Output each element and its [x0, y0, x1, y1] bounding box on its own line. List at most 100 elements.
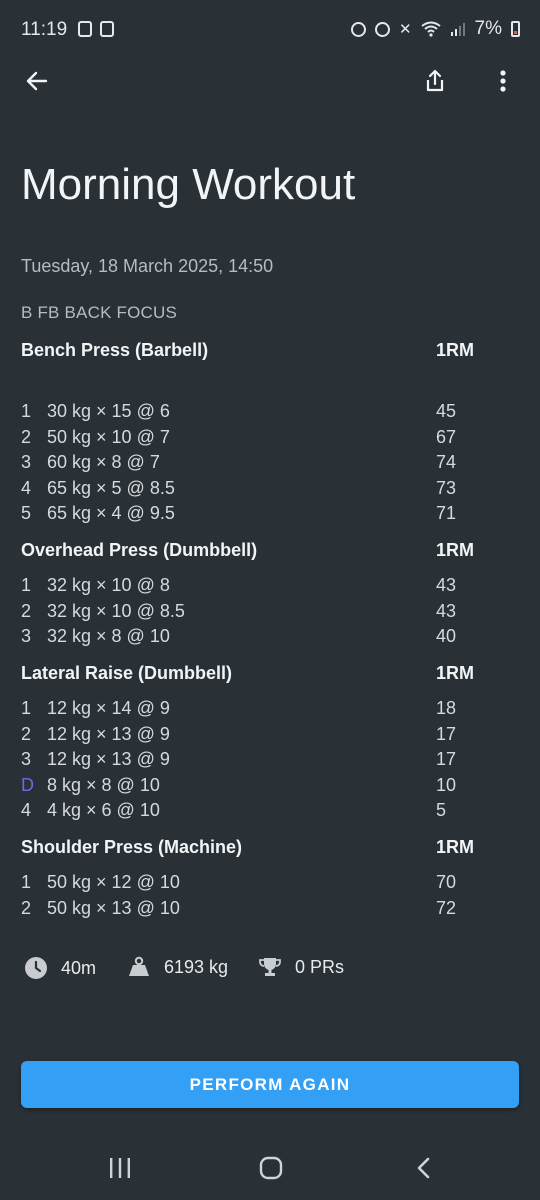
set-number: 3 — [21, 626, 32, 646]
metric-label: 1RM — [436, 340, 475, 360]
exercise-name: Lateral Raise (Dumbbell) — [21, 663, 233, 683]
clock-icon — [25, 957, 47, 979]
set-detail: 50 kg × 10 @ 7 — [47, 427, 170, 447]
more-options-button[interactable] — [479, 56, 527, 106]
lock-icon — [350, 21, 366, 37]
set-1rm: 5 — [436, 800, 447, 820]
signal-icon — [450, 23, 465, 36]
metric-label: 1RM — [436, 837, 475, 857]
set-detail: 50 kg × 13 @ 10 — [47, 898, 180, 918]
set-number: 2 — [21, 724, 32, 744]
set-number: 2 — [21, 601, 32, 621]
set-detail: 32 kg × 8 @ 10 — [47, 626, 170, 646]
set-row: 3 12 kg × 13 @ 9 17 — [21, 749, 491, 775]
set-1rm: 43 — [436, 575, 457, 595]
volume-stat: 6193 kg — [127, 956, 228, 978]
set-row: 2 50 kg × 10 @ 7 67 — [21, 427, 491, 453]
set-detail: 4 kg × 6 @ 10 — [47, 800, 160, 820]
set-1rm: 72 — [436, 898, 457, 918]
set-row: 1 50 kg × 12 @ 10 70 — [21, 872, 491, 898]
set-detail: 65 kg × 4 @ 9.5 — [47, 503, 175, 523]
set-row: 1 30 kg × 15 @ 6 45 — [21, 401, 491, 427]
set-number: 4 — [21, 800, 32, 820]
set-number: 1 — [21, 401, 32, 421]
recent-apps-button[interactable] — [90, 1138, 150, 1198]
duration-value: 40m — [61, 957, 97, 978]
set-1rm: 17 — [436, 749, 457, 769]
wifi-icon — [420, 21, 441, 37]
workout-stats: 40m 6193 kg 0 PRs — [24, 956, 504, 982]
set-detail: 32 kg × 10 @ 8.5 — [47, 601, 185, 621]
set-row: 4 65 kg × 5 @ 8.5 73 — [21, 478, 491, 504]
drop-set-marker: D — [21, 775, 34, 795]
weight-icon — [129, 956, 149, 976]
set-1rm: 45 — [436, 401, 457, 421]
workout-title: Morning Workout — [21, 160, 356, 209]
set-row: 1 12 kg × 14 @ 9 18 — [21, 698, 491, 724]
set-detail: 12 kg × 13 @ 9 — [47, 724, 170, 744]
set-number: 2 — [21, 427, 32, 447]
set-detail: 30 kg × 15 @ 6 — [47, 401, 170, 421]
battery-percent: 7% — [474, 18, 502, 39]
set-number: 2 — [21, 898, 32, 918]
set-1rm: 43 — [436, 601, 457, 621]
set-row-drop: D 8 kg × 8 @ 10 10 — [21, 775, 491, 801]
system-nav-bar — [0, 1138, 540, 1200]
set-number: 4 — [21, 478, 32, 498]
set-row: 3 32 kg × 8 @ 10 40 — [21, 626, 491, 652]
set-1rm: 67 — [436, 427, 457, 447]
workout-date: Tuesday, 18 March 2025, 14:50 — [21, 256, 274, 276]
metric-label: 1RM — [436, 540, 475, 560]
set-row: 2 50 kg × 13 @ 10 72 — [21, 898, 491, 924]
set-detail: 8 kg × 8 @ 10 — [47, 775, 160, 795]
back-button[interactable] — [13, 56, 61, 106]
set-number: 5 — [21, 503, 32, 523]
home-button[interactable] — [241, 1138, 301, 1198]
set-number: 3 — [21, 749, 32, 769]
mute-icon: ✕ — [398, 21, 412, 38]
prs-stat: 0 PRs — [258, 956, 344, 978]
alarm-icon — [374, 21, 390, 37]
exercise-name: Overhead Press (Dumbbell) — [21, 540, 258, 560]
metric-label: 1RM — [436, 663, 475, 683]
set-row: 2 12 kg × 13 @ 9 17 — [21, 724, 491, 750]
set-1rm: 74 — [436, 452, 457, 472]
exercise-name: Shoulder Press (Machine) — [21, 837, 243, 857]
battery-icon — [511, 21, 520, 37]
set-number: 1 — [21, 698, 32, 718]
perform-again-button[interactable]: PERFORM AGAIN — [21, 1061, 519, 1108]
more-vert-icon — [500, 70, 506, 92]
set-detail: 60 kg × 8 @ 7 — [47, 452, 160, 472]
exercise-name: Bench Press (Barbell) — [21, 340, 209, 360]
back-chevron-icon — [417, 1157, 430, 1179]
set-detail: 32 kg × 10 @ 8 — [47, 575, 170, 595]
notification-icon — [78, 21, 92, 37]
arrow-left-icon — [26, 71, 48, 91]
notification-icon — [100, 21, 114, 37]
set-1rm: 70 — [436, 872, 457, 892]
share-button[interactable] — [411, 56, 459, 106]
set-1rm: 18 — [436, 698, 457, 718]
set-detail: 12 kg × 14 @ 9 — [47, 698, 170, 718]
volume-value: 6193 kg — [164, 956, 229, 977]
set-row: 1 32 kg × 10 @ 8 43 — [21, 575, 491, 601]
status-icons: ✕ 7% — [350, 18, 520, 40]
set-number: 3 — [21, 452, 32, 472]
set-number: 1 — [21, 872, 32, 892]
system-back-button[interactable] — [393, 1138, 453, 1198]
prs-value: 0 PRs — [295, 956, 345, 977]
routine-name: B FB BACK FOCUS — [21, 303, 178, 322]
set-row: 3 60 kg × 8 @ 7 74 — [21, 452, 491, 478]
set-detail: 12 kg × 13 @ 9 — [47, 749, 170, 769]
duration-stat: 40m — [24, 956, 96, 980]
set-1rm: 73 — [436, 478, 457, 498]
recent-apps-icon — [110, 1158, 130, 1178]
set-1rm: 17 — [436, 724, 457, 744]
set-row: 5 65 kg × 4 @ 9.5 71 — [21, 503, 491, 529]
set-detail: 50 kg × 12 @ 10 — [47, 872, 180, 892]
status-bar: 11:19 ✕ 7% — [0, 0, 540, 60]
trophy-icon — [259, 958, 281, 976]
home-icon — [259, 1156, 283, 1180]
set-detail: 65 kg × 5 @ 8.5 — [47, 478, 175, 498]
set-row: 4 4 kg × 6 @ 10 5 — [21, 800, 491, 826]
